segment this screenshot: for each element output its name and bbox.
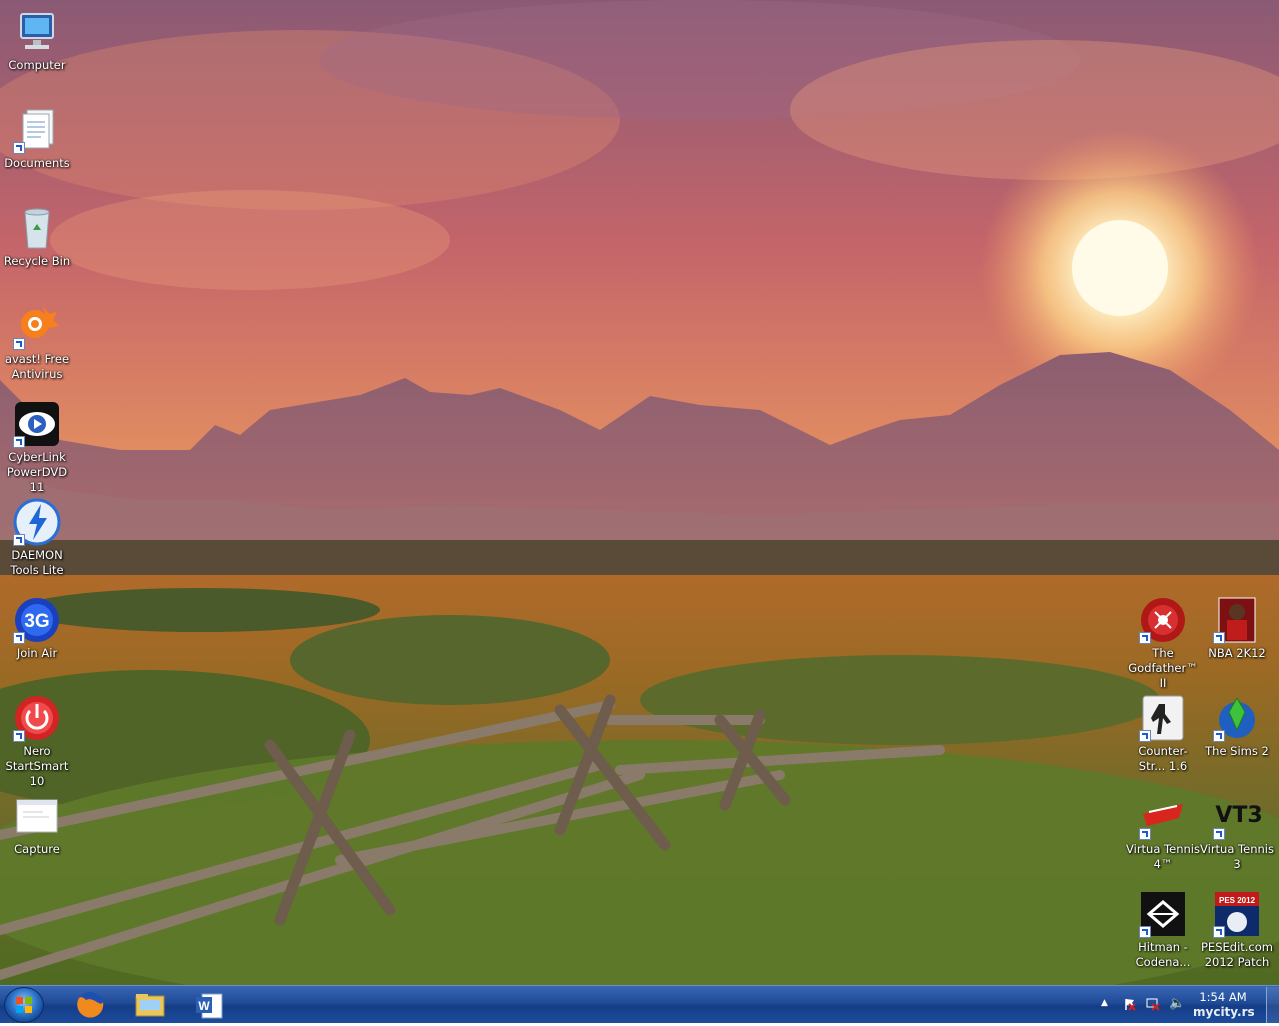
- desktop-icon-label: PESEdit.com 2012 Patch: [1201, 940, 1273, 969]
- desktop-icon-powerdvd[interactable]: CyberLink PowerDVD 11: [0, 400, 74, 495]
- pes-2012-icon: PES 2012: [1213, 890, 1261, 938]
- taskbar: W ▲ 🔈 1:54 AM mycity.rs: [0, 985, 1279, 1023]
- taskbar-word-button[interactable]: W: [182, 988, 238, 1022]
- shortcut-arrow-icon: [13, 436, 25, 448]
- desktop-icon-label: Join Air: [16, 646, 58, 660]
- nero-icon: [13, 694, 61, 742]
- svg-text:W: W: [198, 999, 210, 1013]
- desktop-icon-nero[interactable]: Nero StartSmart 10: [0, 694, 74, 789]
- nba-2k12-icon: [1213, 596, 1261, 644]
- desktop-icon-avast[interactable]: avast! Free Antivirus: [0, 302, 74, 382]
- desktop-icon-label: Virtua Tennis 3: [1200, 842, 1274, 871]
- virtua-tennis-4-icon: [1139, 792, 1187, 840]
- shortcut-arrow-icon: [13, 730, 25, 742]
- shortcut-arrow-icon: [1213, 730, 1225, 742]
- desktop-icon-nba-2k12[interactable]: NBA 2K12: [1200, 596, 1274, 661]
- desktop-wallpaper: [0, 0, 1279, 985]
- vt3-icon-text: VT3: [1215, 803, 1261, 828]
- shortcut-arrow-icon: [1213, 632, 1225, 644]
- join-air-icon: 3G: [13, 596, 61, 644]
- taskbar-firefox-button[interactable]: [62, 988, 118, 1022]
- desktop-icon-label: Counter-Str... 1.6: [1138, 744, 1188, 773]
- watermark-text: mycity.rs: [1193, 1005, 1255, 1019]
- join-air-icon-text: 3G: [24, 611, 49, 632]
- desktop-icon-label: Nero StartSmart 10: [5, 744, 69, 788]
- desktop-icon-recycle-bin[interactable]: Recycle Bin: [0, 204, 74, 269]
- desktop-icon-label: DAEMON Tools Lite: [10, 548, 64, 577]
- powerdvd-icon: [13, 400, 61, 448]
- firefox-icon: [77, 992, 104, 1018]
- capture-icon: [13, 792, 61, 840]
- desktop-icon-label: Capture: [14, 842, 60, 856]
- desktop-icon-label: Hitman - Codena...: [1135, 940, 1191, 969]
- hitman-icon: [1139, 890, 1187, 938]
- windows-logo-icon: [16, 997, 32, 1013]
- desktop-icon-label: Documents: [4, 156, 70, 170]
- shortcut-arrow-icon: [1139, 632, 1151, 644]
- desktop-icon-virtua-tennis-3[interactable]: VT3 Virtua Tennis 3: [1200, 792, 1274, 872]
- recycle-bin-icon: [13, 204, 61, 252]
- godfather-icon: [1139, 596, 1187, 644]
- shortcut-arrow-icon: [13, 632, 25, 644]
- desktop-icon-virtua-tennis-4[interactable]: Virtua Tennis 4™: [1126, 792, 1200, 872]
- shortcut-arrow-icon: [13, 142, 25, 154]
- desktop-icon-label: The Sims 2: [1205, 744, 1269, 758]
- desktop-icon-label: avast! Free Antivirus: [4, 352, 70, 381]
- action-center-flag-icon[interactable]: [1123, 997, 1137, 1011]
- desktop-icon-label: The Godfather™ II: [1128, 646, 1198, 690]
- daemon-tools-icon: [13, 498, 61, 546]
- windows-explorer-icon: [135, 994, 165, 1017]
- microsoft-word-icon: W: [196, 993, 223, 1019]
- desktop-icon-counter-strike[interactable]: Counter-Str... 1.6: [1126, 694, 1200, 774]
- clock-time: 1:54 AM: [1199, 990, 1247, 1004]
- desktop-icon-label: Virtua Tennis 4™: [1126, 842, 1200, 871]
- virtua-tennis-3-icon: VT3: [1213, 792, 1263, 840]
- counter-strike-icon: [1139, 694, 1187, 742]
- avast-icon: [13, 302, 61, 350]
- desktop-icon-label: NBA 2K12: [1208, 646, 1266, 660]
- documents-icon: [13, 106, 61, 154]
- volume-icon[interactable]: 🔈: [1169, 996, 1185, 1011]
- desktop-icon-godfather[interactable]: The Godfather™ II: [1126, 596, 1200, 691]
- computer-icon: [13, 8, 61, 56]
- shortcut-arrow-icon: [13, 534, 25, 546]
- shortcut-arrow-icon: [1139, 828, 1151, 840]
- desktop-icon-sims-2[interactable]: The Sims 2: [1200, 694, 1274, 759]
- desktop-icon-documents[interactable]: Documents: [0, 106, 74, 171]
- shortcut-arrow-icon: [1213, 926, 1225, 938]
- shortcut-arrow-icon: [1139, 730, 1151, 742]
- shortcut-arrow-icon: [13, 338, 25, 350]
- show-desktop-button[interactable]: [1266, 987, 1279, 1023]
- pes-icon-text: PES 2012: [1219, 896, 1256, 905]
- desktop-icon-hitman[interactable]: Hitman - Codena...: [1126, 890, 1200, 970]
- desktop-icon-label: CyberLink PowerDVD 11: [6, 450, 68, 494]
- taskbar-explorer-button[interactable]: [122, 988, 178, 1022]
- desktop-icon-join-air[interactable]: 3G Join Air: [0, 596, 74, 661]
- desktop-icon-capture[interactable]: Capture: [0, 792, 74, 857]
- desktop-icon-computer[interactable]: Computer: [0, 8, 74, 73]
- clock[interactable]: 1:54 AM mycity.rs: [1193, 990, 1255, 1019]
- desktop-icon-label: Computer: [8, 58, 66, 72]
- network-icon[interactable]: [1145, 997, 1161, 1011]
- shortcut-arrow-icon: [1139, 926, 1151, 938]
- notification-area: ▲ 🔈 1:54 AM mycity.rs: [1099, 986, 1279, 1023]
- desktop-icon-daemon-tools[interactable]: DAEMON Tools Lite: [0, 498, 74, 578]
- show-hidden-icons-icon[interactable]: ▲: [1101, 998, 1108, 1008]
- shortcut-arrow-icon: [1213, 828, 1225, 840]
- desktop-icon-label: Recycle Bin: [3, 254, 71, 268]
- start-button[interactable]: [4, 987, 44, 1023]
- desktop-icon-pes-2012[interactable]: PES 2012 PESEdit.com 2012 Patch: [1200, 890, 1274, 970]
- sims-2-icon: [1213, 694, 1261, 742]
